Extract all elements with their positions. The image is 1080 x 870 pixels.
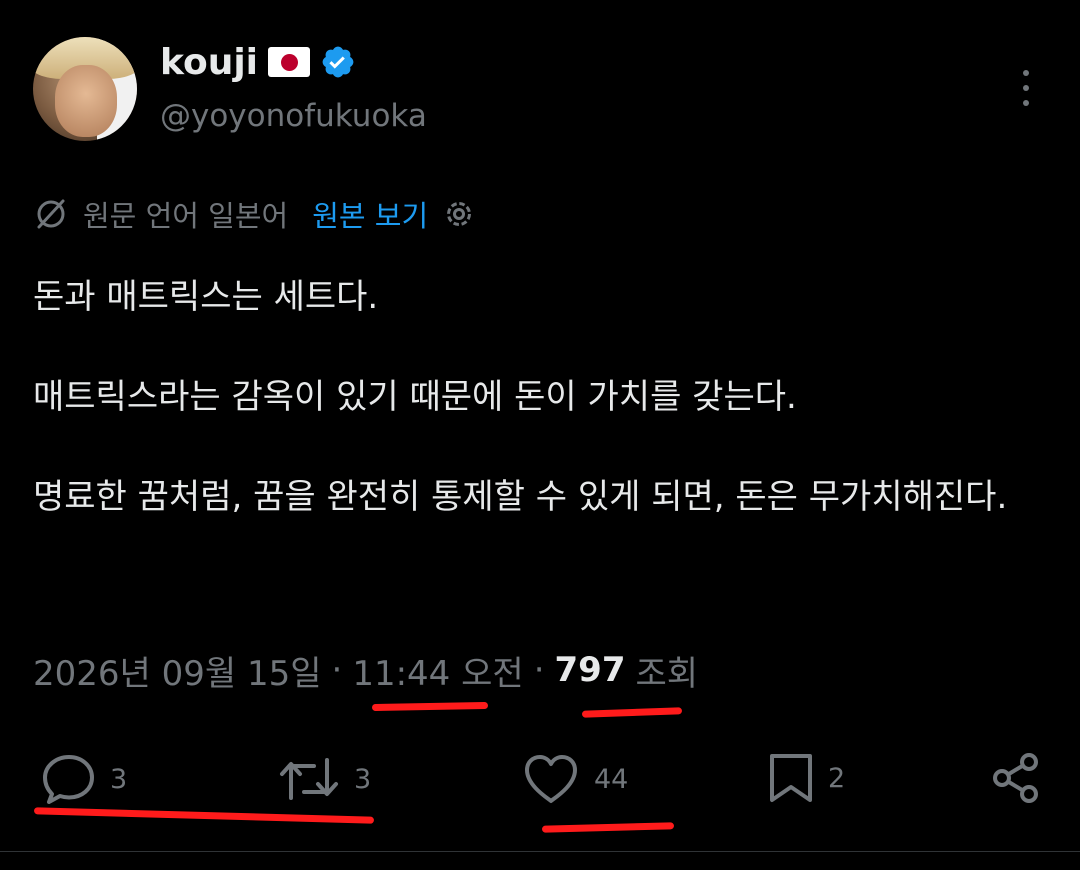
tweet-date[interactable]: 2026년 09월 15일: [33, 646, 322, 695]
reply-button[interactable]: 3: [40, 753, 127, 805]
bottom-divider: [0, 851, 1080, 852]
share-icon: [993, 753, 1038, 803]
translation-label: 원문 언어 일본어: [83, 199, 289, 233]
share-button[interactable]: [990, 751, 1042, 805]
bookmark-count: 2: [828, 762, 846, 794]
gear-icon[interactable]: [442, 197, 476, 231]
tweet-paragraph: 돈과 매트릭스는 세트다.: [33, 277, 379, 317]
retweet-count: 3: [354, 763, 372, 795]
reply-icon: [43, 755, 94, 804]
tweet-meta: 2026년 09월 15일 · 11:44 오전 · 797 조회: [33, 645, 698, 695]
author-name-row: kouji: [160, 40, 356, 84]
japan-flag-icon: [268, 47, 311, 77]
view-original-link[interactable]: 원본 보기: [312, 193, 428, 235]
reply-count: 3: [110, 763, 128, 795]
translate-icon: [37, 199, 65, 229]
annotation-underline-actions: [33, 807, 375, 824]
bookmark-button[interactable]: 2: [768, 752, 845, 804]
retweet-icon: [280, 758, 338, 800]
translation-row: 원문 언어 일본어 원본 보기: [33, 192, 476, 236]
view-count[interactable]: 797: [555, 650, 626, 690]
bookmark-icon: [770, 754, 812, 802]
retweet-button[interactable]: 3: [278, 754, 371, 804]
like-button[interactable]: 44: [522, 753, 628, 805]
annotation-underline-views: [581, 707, 683, 718]
like-count: 44: [594, 763, 629, 795]
tweet-text: 돈과 매트릭스는 세트다. 매트릭스라는 감옥이 있기 때문에 돈이 가치를 갖…: [33, 273, 1043, 522]
more-options-icon[interactable]: [1014, 70, 1038, 106]
verified-badge-icon: [322, 46, 354, 78]
view-count-label: 조회: [635, 653, 699, 694]
tweet-time[interactable]: 11:44 오전: [352, 646, 523, 695]
meta-separator: ·: [533, 650, 545, 690]
annotation-underline-time: [371, 701, 489, 712]
author-handle[interactable]: @yoyonofukuoka: [160, 98, 427, 134]
annotation-underline-likes: [541, 822, 675, 833]
tweet-paragraph: 매트릭스라는 감옥이 있기 때문에 돈이 가치를 갖는다.: [33, 377, 797, 417]
avatar[interactable]: [33, 37, 137, 141]
tweet-paragraph: 명료한 꿈처럼, 꿈을 완전히 통제할 수 있게 되면, 돈은 무가치해진다.: [33, 477, 1008, 517]
author-name[interactable]: kouji: [160, 42, 258, 83]
meta-separator: ·: [331, 650, 343, 690]
heart-icon: [525, 755, 577, 803]
